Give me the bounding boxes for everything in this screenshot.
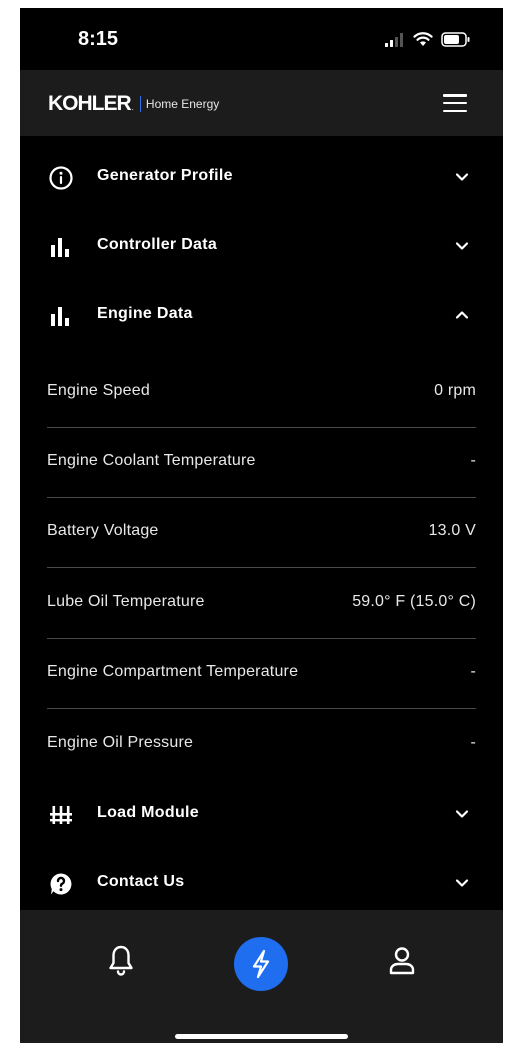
chevron-down-icon [455,810,469,818]
home-indicator[interactable] [175,1034,348,1039]
status-icons [385,32,471,47]
row-label: Engine Speed [47,382,150,399]
brand-separator [139,96,141,112]
brand-wordmark: KOHLER [48,92,132,115]
bar-chart-icon [51,238,69,257]
app-screen: 8:15 KOHLER . Home Energy Generator Prof… [20,8,503,1043]
row-value: - [470,663,476,680]
hamburger-menu-icon[interactable] [443,94,467,112]
nav-profile[interactable] [388,946,416,976]
row-label: Engine Compartment Temperature [47,663,299,680]
brand-logo[interactable]: KOHLER . Home Energy [48,92,219,116]
section-title: Contact Us [97,873,185,890]
section-title: Generator Profile [97,167,233,184]
nav-notifications[interactable] [106,944,136,978]
data-row-lube-oil-temperature: Lube Oil Temperature 59.0° F (15.0° C) [47,569,476,639]
brand-subtitle: Home Energy [145,97,220,111]
bottom-navigation [20,910,503,1043]
row-value: - [470,734,476,751]
nav-power-active[interactable] [234,937,288,991]
row-value: 13.0 V [428,522,476,539]
user-icon [389,947,415,975]
row-divider [47,567,476,568]
data-row-engine-speed: Engine Speed 0 rpm [47,358,476,428]
lightning-icon [252,949,270,979]
row-label: Lube Oil Temperature [47,593,205,610]
data-row-battery-voltage: Battery Voltage 13.0 V [47,498,476,568]
bar-chart-icon [51,307,69,326]
row-label: Battery Voltage [47,522,159,539]
section-title: Engine Data [97,305,193,322]
section-load-module[interactable]: Load Module [20,780,503,850]
app-header: KOHLER . Home Energy [20,70,503,136]
bell-icon [109,945,133,976]
data-row-engine-oil-pressure: Engine Oil Pressure - [47,710,476,780]
chevron-down-icon [455,242,469,250]
help-icon [50,873,72,895]
data-row-engine-compartment-temperature: Engine Compartment Temperature - [47,639,476,709]
row-label: Engine Coolant Temperature [47,452,256,469]
row-value: 59.0° F (15.0° C) [352,593,476,610]
chevron-down-icon [455,879,469,887]
battery-icon [441,32,470,47]
section-generator-profile[interactable]: Generator Profile [20,143,503,213]
cellular-signal-icon [385,32,403,47]
wifi-icon [413,32,433,46]
data-row-engine-coolant-temperature: Engine Coolant Temperature - [47,428,476,498]
chevron-up-icon [455,311,469,319]
section-engine-data[interactable]: Engine Data [20,281,503,351]
status-time: 8:15 [78,28,119,50]
section-contact-us[interactable]: Contact Us [20,849,503,919]
section-title: Load Module [97,804,199,821]
brand-dot: . [131,103,134,112]
chevron-down-icon [455,173,469,181]
status-bar: 8:15 [20,8,503,78]
row-value: - [470,452,476,469]
section-controller-data[interactable]: Controller Data [20,212,503,282]
row-value: 0 rpm [434,382,476,399]
section-title: Controller Data [97,236,218,253]
info-icon [49,166,73,190]
row-label: Engine Oil Pressure [47,734,194,751]
row-divider [47,708,476,709]
load-module-icon [50,806,72,824]
